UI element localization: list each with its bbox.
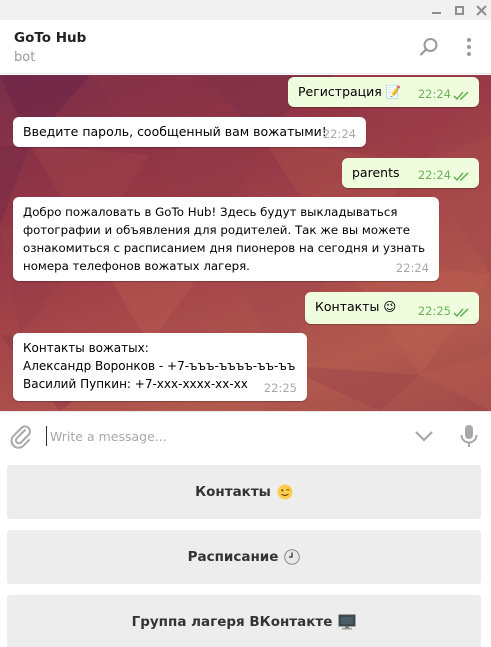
keyboard-button-label: Контакты [195, 484, 271, 500]
search-button[interactable] [416, 34, 442, 60]
voice-record-button[interactable] [457, 423, 481, 449]
message-line: Василий Пупкин: +7-xxx-xxxx-xx-xx [23, 377, 248, 391]
message-text: Контакты 😉 [315, 299, 397, 314]
attach-button[interactable] [8, 423, 34, 449]
more-vertical-icon [467, 38, 471, 56]
window-titlebar [0, 0, 491, 20]
message-line: Добро пожаловать в GoTo Hub! Здесь будут… [23, 205, 398, 219]
message-time: 22:24 [395, 261, 429, 275]
close-icon [475, 4, 487, 16]
message-input[interactable] [46, 426, 396, 446]
monitor-emoji-icon [338, 614, 356, 630]
message-time: 22:24 [417, 168, 451, 182]
message-text: Регистрация 📝 [298, 84, 402, 99]
message-line: Александр Воронков - +7-ъъъ-ъъъъ-ъъ-ъъ [23, 359, 296, 373]
chat-title[interactable]: GoTo Hub [14, 30, 86, 46]
keyboard-button-schedule[interactable]: Расписание [7, 530, 481, 584]
keyboard-button-contacts[interactable]: Контакты [7, 465, 481, 519]
message-text: parents [352, 165, 400, 180]
chat-header: GoTo Hub bot [0, 20, 491, 74]
message-text: Введите пароль, сообщенный вам вожатыми! [23, 124, 327, 139]
message-list[interactable]: Регистрация 📝 22:24 Введите пароль, сооб… [0, 75, 491, 411]
read-checkmarks-icon [453, 91, 469, 101]
search-icon [419, 38, 438, 56]
message-time: 22:24 [417, 87, 451, 101]
wink-emoji-icon [277, 484, 293, 500]
compose-bar [0, 411, 491, 459]
message-line: фотографии и объявления для родителей. Т… [23, 223, 411, 237]
hide-keyboard-button[interactable] [412, 426, 436, 446]
read-checkmarks-icon [453, 308, 469, 318]
paperclip-icon [10, 425, 31, 449]
keyboard-button-label: Расписание [187, 549, 279, 565]
more-button[interactable] [456, 34, 482, 60]
message-incoming[interactable]: Контакты вожатых: Александр Воронков - +… [13, 333, 307, 401]
message-line: номера телефонов вожатых лагеря. [23, 259, 250, 273]
keyboard-button-vk-group[interactable]: Группа лагеря ВКонтакте [7, 595, 481, 647]
minimize-button[interactable] [428, 2, 444, 18]
message-line: Контакты вожатых: [23, 341, 149, 355]
read-checkmarks-icon [453, 172, 469, 182]
message-outgoing[interactable]: parents 22:24 [342, 158, 479, 188]
bot-keyboard: Контакты Расписание Группа лагеря ВКонта… [0, 459, 491, 647]
close-button[interactable] [473, 2, 489, 18]
chat-subtitle: bot [14, 50, 36, 65]
message-incoming[interactable]: Введите пароль, сообщенный вам вожатыми!… [13, 117, 366, 147]
chevron-down-icon [415, 431, 433, 442]
maximize-button[interactable] [451, 2, 467, 18]
microphone-icon [460, 425, 478, 447]
message-outgoing[interactable]: Контакты 😉 22:25 [305, 292, 479, 324]
message-time: 22:25 [417, 304, 451, 318]
message-outgoing[interactable]: Регистрация 📝 22:24 [288, 77, 479, 107]
message-time: 22:25 [263, 381, 297, 395]
keyboard-button-label: Группа лагеря ВКонтакте [131, 614, 333, 630]
message-time: 22:24 [322, 127, 356, 141]
message-incoming[interactable]: Добро пожаловать в GoTo Hub! Здесь будут… [13, 197, 439, 281]
maximize-icon [454, 5, 464, 15]
clock-emoji-icon [284, 549, 301, 565]
message-line: ознакомиться с расписанием дня пионеров … [23, 241, 426, 255]
minimize-icon [431, 12, 441, 14]
